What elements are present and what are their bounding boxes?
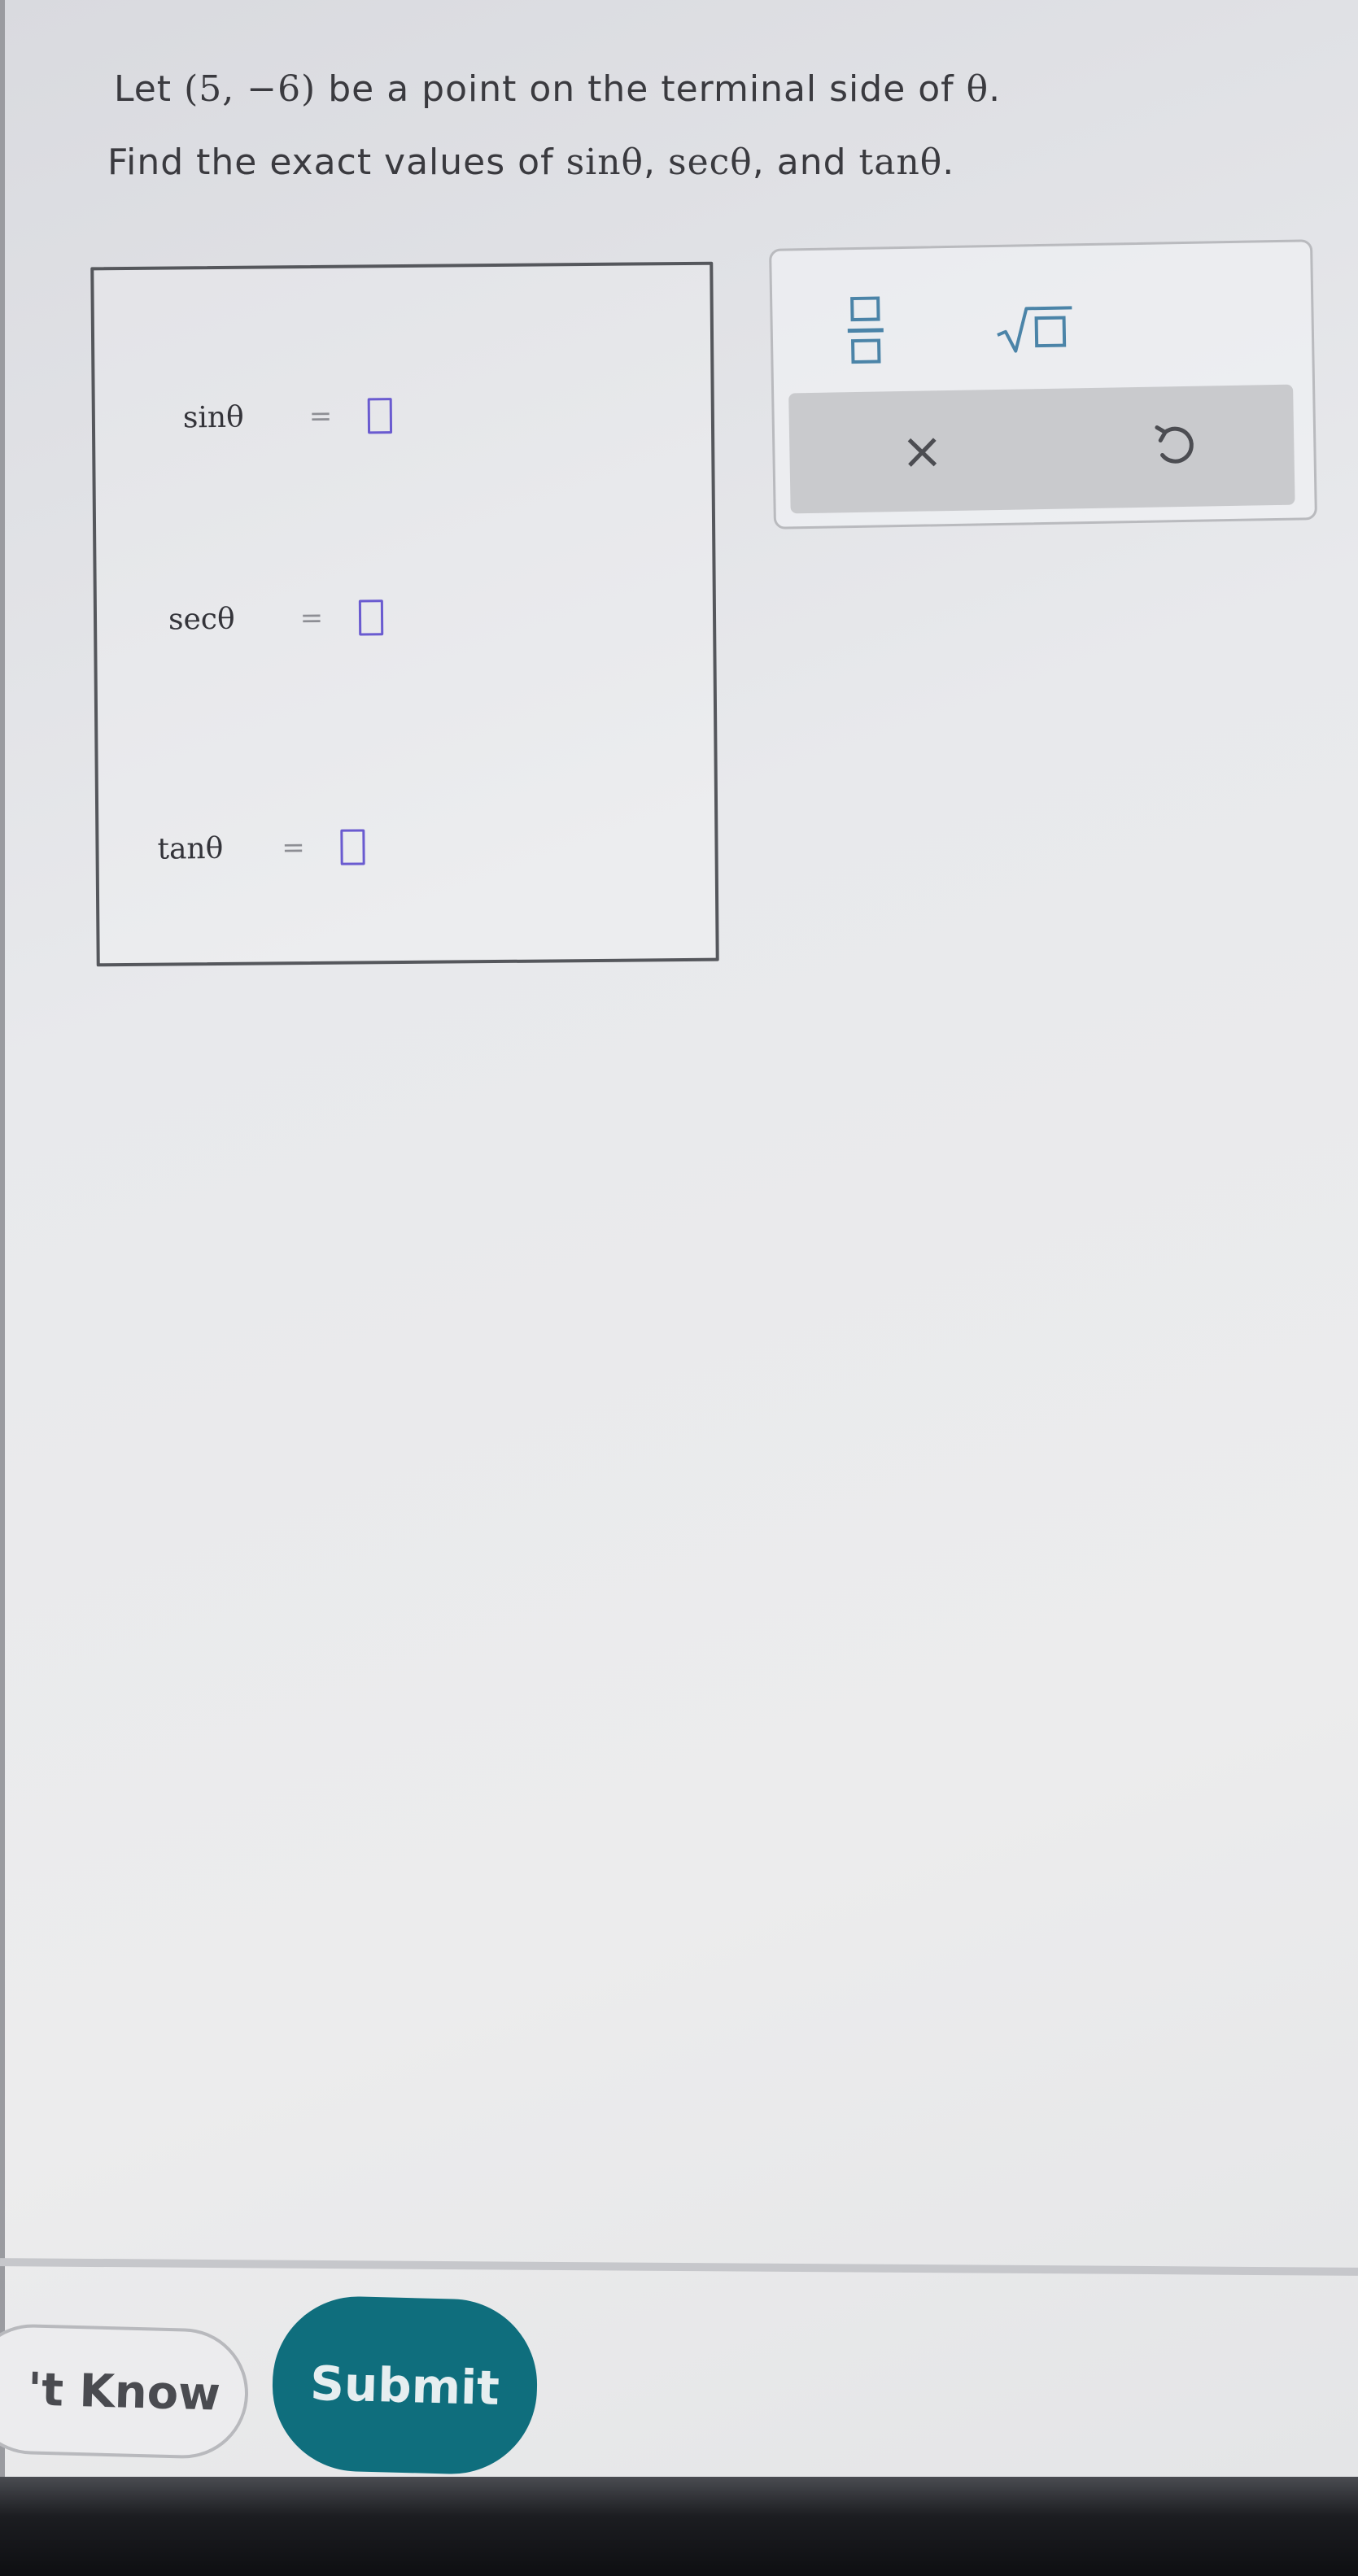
square-root-icon[interactable] <box>993 304 1076 355</box>
sec-answer-input[interactable] <box>358 599 384 636</box>
question-text-part: . <box>942 142 955 183</box>
question-text-part: . <box>989 68 1002 110</box>
denominator-box <box>850 338 881 364</box>
sec-label: secθ <box>168 602 235 637</box>
tan-answer-row: tanθ = <box>157 829 365 866</box>
question-text-part: , <box>644 142 669 183</box>
sin-theta: sinθ <box>565 142 644 183</box>
submit-button[interactable]: Submit <box>270 2294 539 2477</box>
sec-answer-row: secθ = <box>168 599 384 637</box>
equals-sign: = <box>308 399 333 434</box>
theta-symbol: θ <box>966 68 989 110</box>
sin-label: sinθ <box>182 400 244 434</box>
toolbar-actions: × <box>788 384 1295 514</box>
equals-sign: = <box>299 601 324 635</box>
point-coordinates: (5, −6) <box>184 68 317 110</box>
monitor-bezel <box>0 2477 1358 2576</box>
tan-theta: tanθ <box>858 142 943 183</box>
question-text-part: be a point on the terminal side of <box>316 68 967 110</box>
undo-icon[interactable] <box>1147 417 1205 475</box>
numerator-box <box>850 296 880 322</box>
fraction-bar <box>847 328 884 333</box>
question-text-part: , and <box>752 142 859 183</box>
sin-answer-row: sinθ = <box>183 398 393 435</box>
undo-glyph <box>1155 425 1194 464</box>
tan-label: tanθ <box>157 831 224 866</box>
sec-theta: secθ <box>668 142 753 183</box>
question-text: Let (5, −6) be a point on the terminal s… <box>107 65 1001 187</box>
sin-answer-input[interactable] <box>368 398 393 434</box>
question-text-part: Let <box>114 68 185 110</box>
square-root-glyph <box>997 306 1072 353</box>
equals-sign: = <box>282 831 305 865</box>
question-line-1: Let (5, −6) be a point on the terminal s… <box>114 65 1001 114</box>
fraction-icon[interactable] <box>847 296 884 367</box>
footer-divider <box>0 2258 1358 2276</box>
tan-answer-input[interactable] <box>340 829 365 865</box>
math-toolbar: × <box>769 239 1317 530</box>
clear-button[interactable]: × <box>893 421 951 481</box>
question-text-part: Find the exact values of <box>107 142 566 183</box>
dont-know-button[interactable]: 't Know <box>0 2322 251 2460</box>
answer-panel: sinθ = secθ = tanθ = <box>90 261 719 967</box>
question-line-2: Find the exact values of sinθ, secθ, and… <box>107 138 1001 187</box>
screen-edge <box>0 0 5 2576</box>
